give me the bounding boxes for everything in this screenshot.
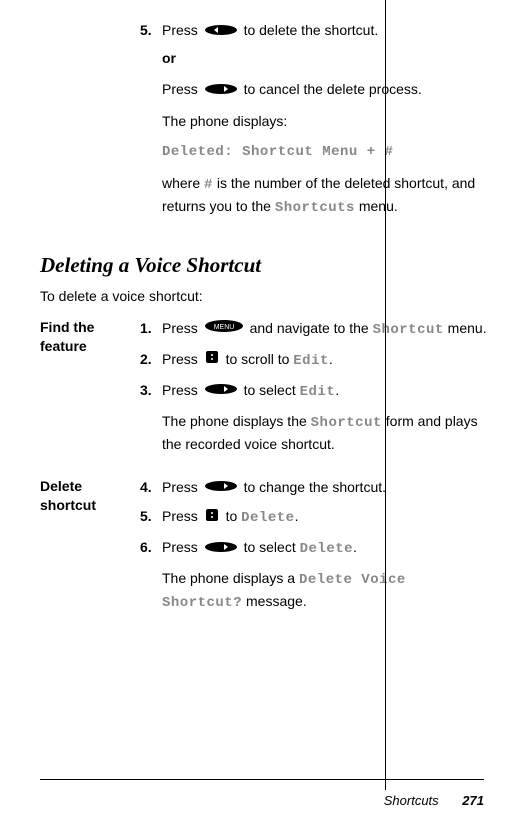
step-number: 6.: [140, 537, 162, 558]
right-softkey-icon: [204, 380, 238, 401]
right-softkey-icon: [204, 477, 238, 498]
section-heading: Deleting a Voice Shortcut: [40, 253, 494, 278]
s3-subtext: The phone displays the Shortcut form and…: [162, 411, 494, 455]
find-label: Find the feature: [40, 318, 140, 465]
step-text: Press to delete the shortcut.: [162, 20, 494, 42]
footer-section: Shortcuts: [384, 793, 439, 808]
menu-key-icon: MENU: [204, 318, 244, 339]
scroll-key-icon: [204, 349, 220, 370]
cancel-text: Press to cancel the delete process.: [162, 79, 494, 101]
step-number: 2.: [140, 349, 162, 370]
delete-shortcut-block: Delete shortcut 4. Press to change the s…: [40, 477, 494, 625]
scroll-key-icon: [204, 507, 220, 528]
footer-rule: [40, 779, 484, 780]
s6-subtext: The phone displays a Delete Voice Shortc…: [162, 568, 494, 614]
delete-label: Delete shortcut: [40, 477, 140, 625]
step-number: 4.: [140, 477, 162, 498]
vertical-divider: [385, 0, 386, 790]
step-5-block: 5. Press to delete the shortcut. or Pres…: [40, 20, 494, 229]
step-number: 5.: [140, 20, 162, 41]
right-softkey-icon: [204, 80, 238, 101]
step-number: 3.: [140, 380, 162, 401]
intro-text: To delete a voice shortcut:: [40, 288, 494, 304]
svg-text:MENU: MENU: [213, 324, 234, 331]
displays-label: The phone displays:: [162, 111, 494, 132]
footer-page-number: 271: [462, 793, 484, 808]
deleted-message: Deleted: Shortcut Menu + #: [162, 142, 494, 163]
step-number: 1.: [140, 318, 162, 339]
find-feature-block: Find the feature 1. Press MENU and navig…: [40, 318, 494, 465]
right-softkey-icon: [204, 538, 238, 559]
step-number: 5.: [140, 506, 162, 527]
page-content: 5. Press to delete the shortcut. or Pres…: [0, 0, 524, 624]
where-text: where # is the number of the deleted sho…: [162, 173, 494, 219]
page-footer: Shortcuts 271: [384, 793, 484, 808]
left-softkey-icon: [204, 21, 238, 42]
or-text: or: [162, 48, 494, 69]
